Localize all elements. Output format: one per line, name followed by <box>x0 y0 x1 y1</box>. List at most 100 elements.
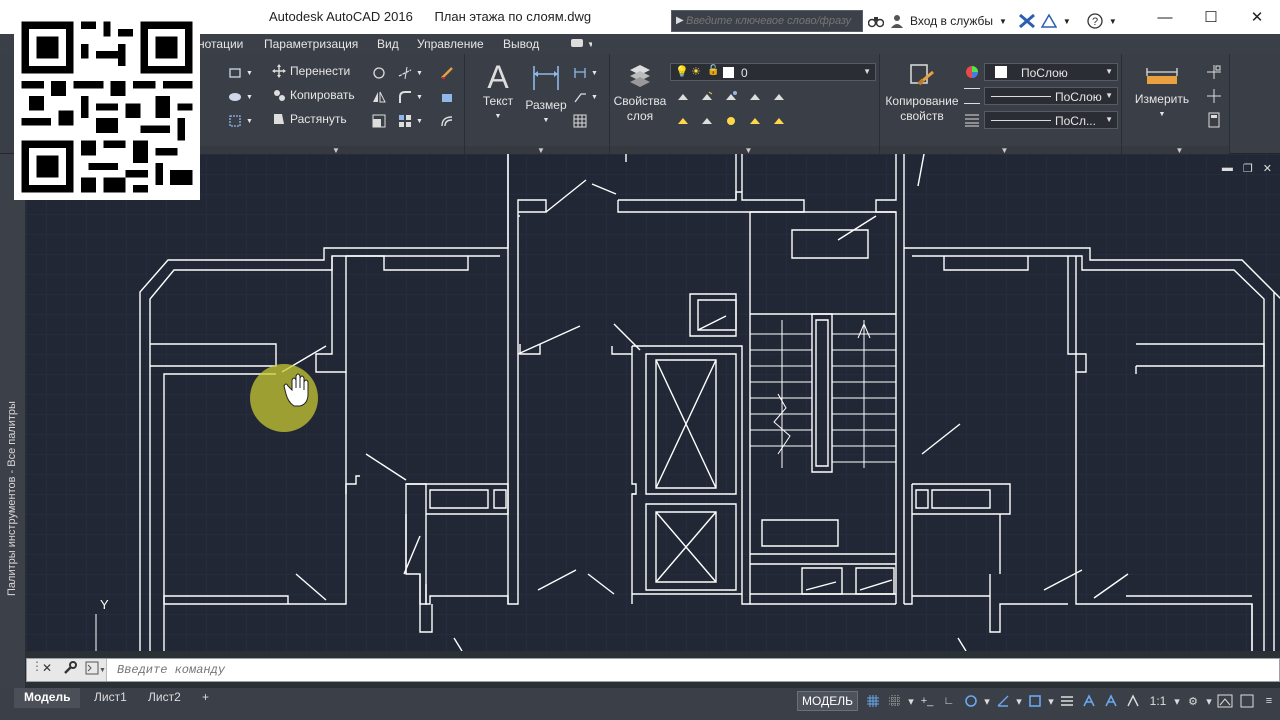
add-layout-button[interactable]: + <box>192 688 219 708</box>
help-icon[interactable]: ? <box>1087 11 1103 31</box>
region-tool[interactable]: ▼ <box>228 114 253 128</box>
snap-dropdown-icon[interactable]: ▾ <box>906 690 916 712</box>
copy-button[interactable]: Копировать <box>272 88 355 102</box>
layer-unlock-icon[interactable] <box>748 114 762 130</box>
customization-icon[interactable]: ≡ <box>1258 690 1280 712</box>
tab-parametric[interactable]: Параметризация <box>264 37 358 51</box>
command-close-icon[interactable]: ✕ <box>42 661 52 675</box>
utilities-panel-footer[interactable]: ▼ <box>1122 146 1229 155</box>
tab-view[interactable]: Вид <box>377 37 399 51</box>
isodraft-icon[interactable] <box>992 690 1014 712</box>
signin-button[interactable]: Вход в службы <box>910 14 993 28</box>
maximize-button[interactable]: ☐ <box>1188 0 1234 34</box>
drawing-canvas[interactable]: Y ▬ ❐ ✕ <box>26 154 1280 651</box>
layer-copy-icon[interactable] <box>772 114 786 130</box>
polar-dropdown-icon[interactable]: ▾ <box>982 690 992 712</box>
autoscale-icon[interactable] <box>1122 690 1144 712</box>
lineweight-toggle-icon[interactable] <box>1056 690 1078 712</box>
tab-annotate[interactable]: нотации <box>198 37 243 51</box>
ortho-icon[interactable]: ∟ <box>938 690 960 712</box>
tab-layout1[interactable]: Лист1 <box>84 688 137 708</box>
scale-button[interactable] <box>372 114 386 128</box>
gear-dropdown-icon[interactable]: ▾ <box>1204 690 1214 712</box>
layer-match-icon[interactable] <box>772 90 786 106</box>
leader-button[interactable]: ▼ <box>573 90 598 104</box>
clean-screen-icon[interactable] <box>1236 690 1258 712</box>
hardware-accel-icon[interactable] <box>1214 690 1236 712</box>
offset-button[interactable] <box>440 114 454 128</box>
layer-unisolate-icon[interactable] <box>700 114 714 130</box>
tool-palette[interactable]: Палитры инструментов - Все палитры <box>0 154 26 694</box>
annotation-scale-icon[interactable] <box>1078 690 1100 712</box>
quick-select-icon[interactable] <box>1206 64 1222 80</box>
properties-panel-footer[interactable]: ▼ <box>880 146 1121 155</box>
point-icon[interactable] <box>1206 88 1222 104</box>
search-expand-icon[interactable]: ▶ <box>676 15 684 26</box>
layer-properties-button[interactable]: Свойства слоя <box>612 62 668 124</box>
annotation-visibility-icon[interactable] <box>1100 690 1122 712</box>
erase-button[interactable] <box>440 66 454 80</box>
layer-lock-icon[interactable] <box>748 90 762 106</box>
osnap-dropdown-icon[interactable]: ▾ <box>1046 690 1056 712</box>
a360-icon[interactable] <box>1040 11 1057 31</box>
layers-panel-footer[interactable]: ▼ <box>610 146 879 155</box>
exchange-icon[interactable] <box>1018 11 1035 31</box>
layer-isolate-icon[interactable] <box>700 90 714 106</box>
lineweight-dropdown[interactable]: ПоСл... ▼ <box>984 111 1118 129</box>
calculator-icon[interactable] <box>1206 112 1222 128</box>
layer-thaw-icon[interactable] <box>724 114 738 130</box>
viewport-close-icon[interactable]: ✕ <box>1263 162 1272 175</box>
color-dropdown[interactable]: ПоСлою ▼ <box>984 63 1118 81</box>
trim-button[interactable]: ▼ <box>398 66 423 80</box>
search-box[interactable]: ▶ <box>671 10 863 32</box>
array-button[interactable]: ▼ <box>398 114 423 128</box>
layer-off-icon[interactable] <box>676 90 690 106</box>
snap-icon[interactable] <box>884 690 906 712</box>
ribbon-options-icon[interactable]: ▼ <box>570 36 595 53</box>
explode-button[interactable] <box>440 90 454 104</box>
rectangle-tool[interactable]: ▼ <box>228 66 253 80</box>
table-button[interactable] <box>573 114 587 128</box>
minimize-button[interactable]: — <box>1142 0 1188 34</box>
command-input[interactable] <box>117 662 1017 678</box>
search-input[interactable] <box>686 13 860 29</box>
mirror-button[interactable] <box>372 90 386 104</box>
linear-dim-button[interactable]: ▼ <box>573 66 598 80</box>
tab-layout2[interactable]: Лист2 <box>138 688 191 708</box>
grid-icon[interactable] <box>862 690 884 712</box>
layer-freeze-icon[interactable] <box>724 90 738 106</box>
model-space-button[interactable]: МОДЕЛЬ <box>797 691 858 711</box>
stretch-button[interactable]: Растянуть <box>272 112 347 126</box>
polar-icon[interactable] <box>960 690 982 712</box>
viewport-minimize-icon[interactable]: ▬ <box>1222 162 1233 175</box>
dimension-button[interactable]: Размер ▼ <box>523 60 569 128</box>
measure-button[interactable]: Измерить ▼ <box>1128 66 1196 122</box>
binoculars-icon[interactable] <box>868 11 884 31</box>
ortho-plus-icon[interactable]: +_ <box>916 690 938 712</box>
signin-dropdown-icon[interactable]: ▼ <box>999 17 1007 26</box>
modify-panel-footer[interactable]: ▼ <box>200 146 464 155</box>
user-icon[interactable] <box>890 11 904 31</box>
rotate-button[interactable] <box>372 66 386 80</box>
gear-icon[interactable]: ⚙ <box>1182 690 1204 712</box>
hatch-tool[interactable]: ▼ <box>228 90 253 104</box>
move-button[interactable]: Перенести <box>272 64 350 78</box>
match-properties-button[interactable]: Копирование свойств <box>882 62 962 124</box>
viewport-restore-icon[interactable]: ❐ <box>1243 162 1253 175</box>
annotation-panel-footer[interactable]: ▼ <box>465 146 609 155</box>
command-prompt-icon[interactable]: ▼ <box>85 661 106 678</box>
scale-value[interactable]: 1:1 <box>1144 690 1172 712</box>
text-button[interactable]: A Текст ▼ <box>475 60 521 124</box>
tab-manage[interactable]: Управление <box>417 37 484 51</box>
help-dropdown-icon[interactable]: ▼ <box>1109 17 1117 26</box>
tab-output[interactable]: Вывод <box>503 37 539 51</box>
linetype-dropdown[interactable]: ПоСлою ▼ <box>984 87 1118 105</box>
layer-dropdown[interactable]: 💡 ☀ 🔓 0 ▼ <box>670 63 876 81</box>
wrench-icon[interactable] <box>63 661 77 678</box>
osnap-icon[interactable] <box>1024 690 1046 712</box>
scale-dropdown-icon[interactable]: ▾ <box>1172 690 1182 712</box>
isodraft-dropdown-icon[interactable]: ▾ <box>1014 690 1024 712</box>
a360-dropdown-icon[interactable]: ▼ <box>1063 17 1071 26</box>
tab-model[interactable]: Модель <box>14 688 81 708</box>
fillet-button[interactable]: ▼ <box>398 90 423 104</box>
